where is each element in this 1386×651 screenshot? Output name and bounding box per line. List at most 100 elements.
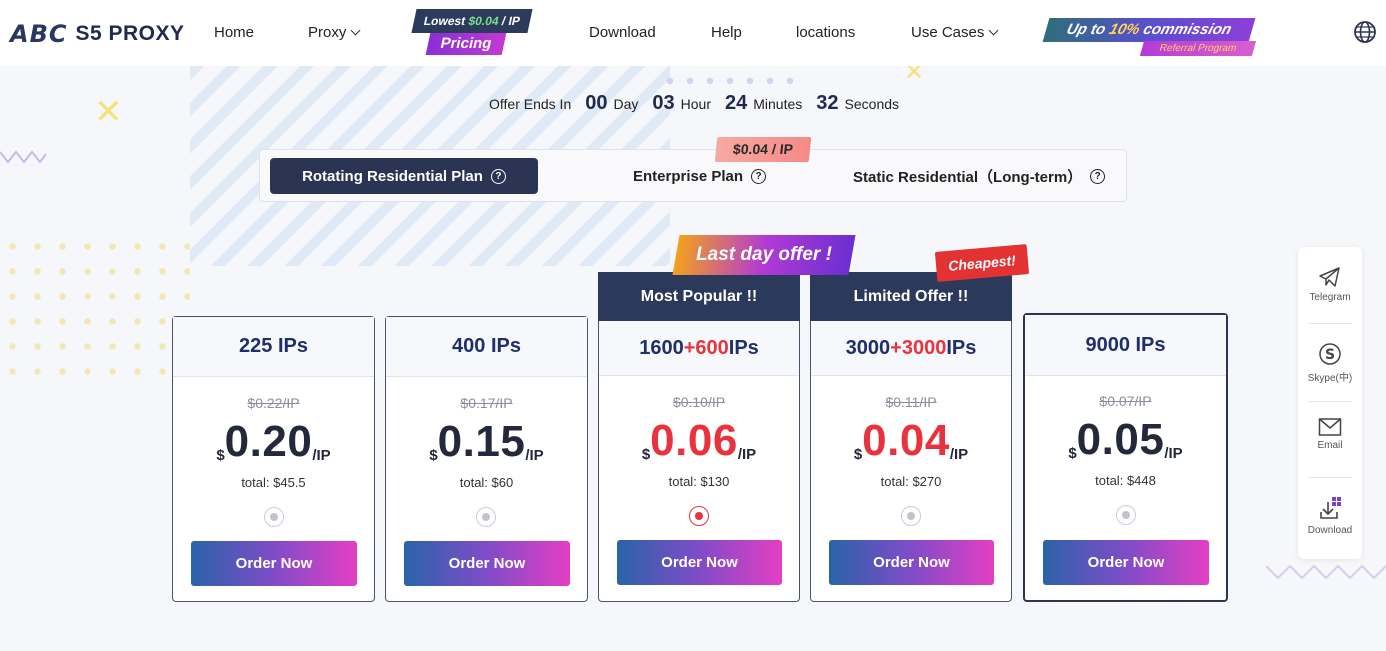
countdown-minutes: 24 xyxy=(725,92,748,114)
price-currency: $ xyxy=(216,447,225,464)
help-icon[interactable]: ? xyxy=(751,168,767,184)
tab-enterprise[interactable]: Enterprise Plan ? xyxy=(633,158,767,194)
site-logo[interactable]: ABC S5 PROXY xyxy=(10,20,185,48)
price-currency: $ xyxy=(853,446,863,463)
decor-x-left: ✕ xyxy=(94,93,123,131)
nav-pricing[interactable]: Lowest $0.04 / IP Pricing xyxy=(411,9,533,57)
countdown-days: 00 xyxy=(585,92,608,114)
globe-icon[interactable] xyxy=(1353,20,1377,44)
side-email[interactable]: Email xyxy=(1298,417,1362,451)
price-value: 0.04 xyxy=(862,416,950,465)
price-value: 0.20 xyxy=(224,417,313,466)
total-label: total: xyxy=(1095,473,1124,488)
card-title: 225 IPs xyxy=(173,317,374,377)
price-currency: $ xyxy=(641,446,651,463)
decor-zigzag-left xyxy=(0,148,47,164)
plan-radio-selected[interactable] xyxy=(689,506,709,526)
nav-help[interactable]: Help xyxy=(711,24,742,41)
side-telegram-label: Telegram xyxy=(1309,292,1351,303)
side-skype[interactable]: S Skype(中) xyxy=(1298,342,1362,384)
old-price: $0.07/IP xyxy=(1099,393,1152,409)
email-icon xyxy=(1318,418,1342,436)
tab-static-residential[interactable]: Static Residential（Long-term） ? xyxy=(853,158,1106,194)
plan-card-3000[interactable]: 3000 +3000 IPs $0.11/IP $0.04/IP total: $… xyxy=(810,321,1012,602)
svg-text:S: S xyxy=(1325,347,1335,363)
pricing-lowest-tag: Lowest $0.04 / IP xyxy=(411,9,533,33)
countdown-minutes-unit: Minutes xyxy=(753,96,803,112)
nav-help-label: Help xyxy=(711,24,742,41)
offer-countdown: Offer Ends In 00 Day 03 Hour 24 Minutes … xyxy=(489,92,899,115)
order-now-button[interactable]: Order Now xyxy=(191,541,357,586)
download-icon xyxy=(1320,497,1341,519)
total: total: $130 xyxy=(599,474,799,489)
card-title-base: 1600 xyxy=(639,336,684,359)
price: $0.20/IP xyxy=(173,417,374,467)
price-unit: /IP xyxy=(737,446,757,463)
help-icon[interactable]: ? xyxy=(490,168,506,184)
divider xyxy=(1308,323,1352,324)
order-now-button[interactable]: Order Now xyxy=(1043,540,1209,585)
price: $0.15/IP xyxy=(386,417,587,467)
telegram-icon xyxy=(1319,267,1340,287)
pricing-lowest-prefix: Lowest xyxy=(422,14,467,28)
side-download[interactable]: Download xyxy=(1298,496,1362,536)
nav-download[interactable]: Download xyxy=(589,24,656,41)
order-now-button[interactable]: Order Now xyxy=(617,540,782,585)
plan-card-225[interactable]: 225 IPs $0.22/IP $0.20/IP total: $45.5 O… xyxy=(172,316,375,602)
nav-use-cases-label: Use Cases xyxy=(911,24,985,41)
last-day-offer-label: Last day offer ! xyxy=(696,244,832,265)
decor-dots-top xyxy=(660,74,800,88)
referral-commission-banner[interactable]: Up to 10% commission Referral Program xyxy=(1042,18,1258,58)
plan-radio[interactable] xyxy=(264,507,284,527)
commission-prefix: Up to xyxy=(1064,21,1108,38)
most-popular-ribbon: Most Popular !! xyxy=(598,272,800,322)
side-email-label: Email xyxy=(1317,440,1343,451)
total: total: $448 xyxy=(1025,473,1226,488)
old-price: $0.11/IP xyxy=(885,394,937,410)
nav-proxy[interactable]: Proxy xyxy=(308,24,361,41)
total-label: total: xyxy=(459,475,488,490)
nav-use-cases[interactable]: Use Cases xyxy=(911,24,999,41)
last-day-offer-badge: Last day offer ! xyxy=(672,235,856,275)
plan-card-9000[interactable]: 9000 IPs $0.07/IP $0.05/IP total: $448 O… xyxy=(1023,313,1228,602)
price-unit: /IP xyxy=(525,447,544,464)
limited-offer-ribbon: Limited Offer !! xyxy=(810,272,1012,322)
price-unit: /IP xyxy=(949,446,969,463)
card-title-bonus: +600 xyxy=(683,336,729,359)
plan-radio[interactable] xyxy=(1116,505,1136,525)
card-title: 400 IPs xyxy=(386,317,587,377)
countdown-seconds: 32 xyxy=(816,92,839,114)
help-icon[interactable]: ? xyxy=(1090,168,1106,184)
card-title-suffix: IPs xyxy=(946,336,977,359)
nav-home-label: Home xyxy=(214,24,255,41)
total: total: $45.5 xyxy=(173,475,374,490)
card-title: 1600 +600 IPs xyxy=(599,321,799,376)
divider xyxy=(1308,401,1352,402)
chevron-down-icon xyxy=(988,25,999,36)
order-now-button[interactable]: Order Now xyxy=(404,541,570,586)
old-price: $0.22/IP xyxy=(247,395,300,411)
side-telegram[interactable]: Telegram xyxy=(1298,265,1362,303)
price-value: 0.06 xyxy=(650,416,738,465)
card-title: 3000 +3000 IPs xyxy=(811,321,1011,376)
price: $0.05/IP xyxy=(1025,415,1226,465)
referral-program-label: Referral Program xyxy=(1139,41,1257,56)
price-value: 0.15 xyxy=(437,417,526,466)
side-skype-label: Skype(中) xyxy=(1307,373,1353,384)
order-now-button[interactable]: Order Now xyxy=(829,540,994,585)
nav-home[interactable]: Home xyxy=(214,24,254,41)
plan-radio[interactable] xyxy=(476,507,496,527)
countdown-hours: 03 xyxy=(652,92,675,114)
nav-locations[interactable]: locations xyxy=(796,24,855,41)
total: total: $60 xyxy=(386,475,587,490)
commission-percent: 10% xyxy=(1107,21,1142,38)
total-label: total: xyxy=(880,474,909,489)
plan-radio[interactable] xyxy=(901,506,921,526)
tab-rotating-residential[interactable]: Rotating Residential Plan ? xyxy=(270,158,538,194)
countdown-days-unit: Day xyxy=(613,96,639,112)
plan-card-1600[interactable]: 1600 +600 IPs $0.10/IP $0.06/IP total: $1… xyxy=(598,321,800,602)
total-value: $270 xyxy=(912,474,942,489)
total-label: total: xyxy=(668,474,697,489)
plan-card-400[interactable]: 400 IPs $0.17/IP $0.15/IP total: $60 Ord… xyxy=(385,316,588,602)
commission-headline: Up to 10% commission xyxy=(1042,18,1256,42)
